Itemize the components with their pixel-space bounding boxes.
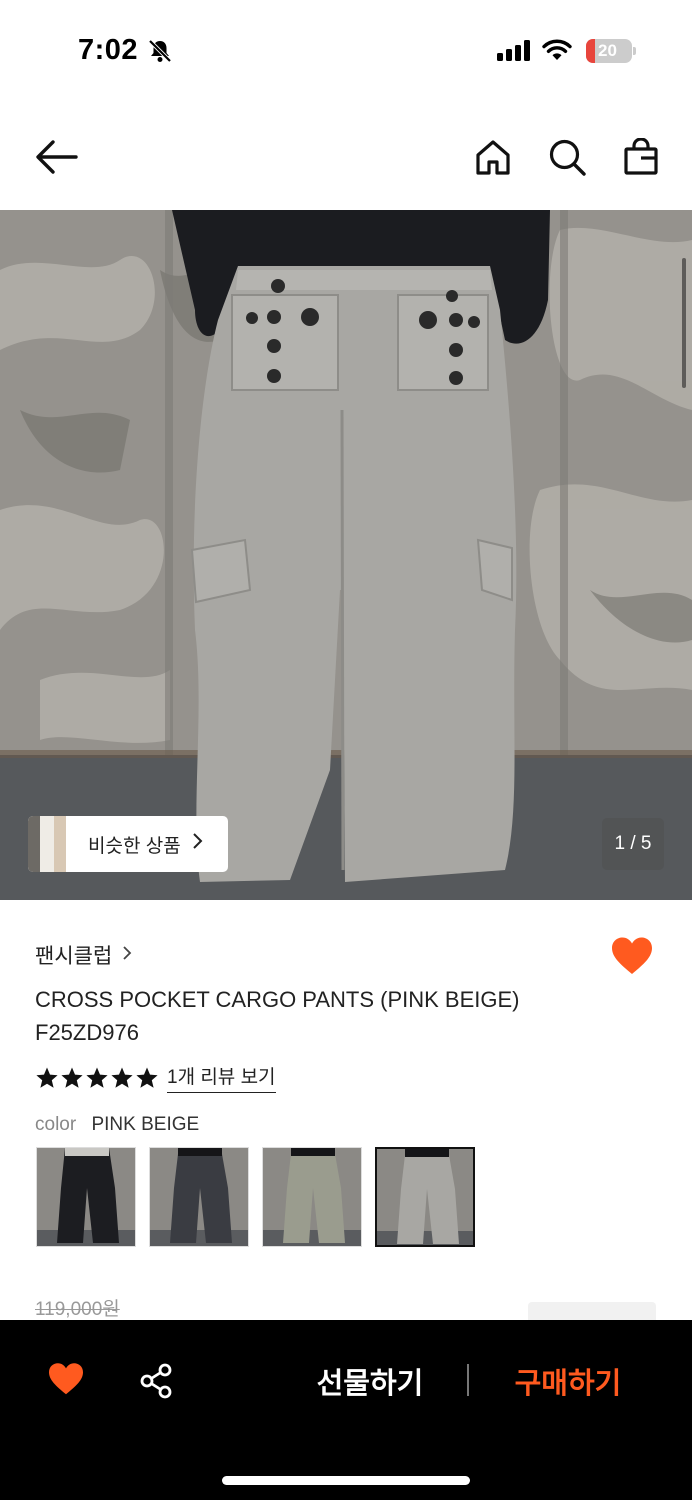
- swatch-black[interactable]: [36, 1147, 136, 1247]
- chevron-right-icon: [122, 944, 132, 967]
- product-title-line1: CROSS POCKET CARGO PANTS (PINK BEIGE): [35, 987, 520, 1012]
- review-link[interactable]: 1개 리뷰 보기: [167, 1062, 276, 1093]
- star-icon: [61, 1067, 83, 1088]
- search-icon[interactable]: [548, 138, 586, 181]
- star-icon: [86, 1067, 108, 1088]
- divider: [467, 1364, 469, 1396]
- favorite-heart-icon[interactable]: [610, 936, 654, 981]
- bottom-action-bar: 선물하기 구매하기: [0, 1320, 692, 1500]
- scroll-indicator[interactable]: [682, 258, 686, 388]
- buy-button[interactable]: 구매하기: [498, 1360, 638, 1402]
- product-photo: [0, 210, 692, 900]
- back-arrow-icon[interactable]: [34, 138, 78, 181]
- brand-name: 팬시클럽: [35, 945, 113, 968]
- home-icon[interactable]: [474, 138, 512, 181]
- top-nav: [0, 110, 692, 206]
- battery-icon: 20: [586, 39, 632, 63]
- image-counter: 1 / 5: [602, 818, 664, 870]
- product-code: F25ZD976: [35, 1020, 139, 1045]
- chevron-right-icon: [191, 832, 203, 856]
- swatch-pink-beige[interactable]: [375, 1147, 475, 1247]
- shopping-bag-icon[interactable]: [622, 137, 660, 181]
- gift-button[interactable]: 선물하기: [300, 1360, 440, 1402]
- share-icon[interactable]: [138, 1362, 176, 1405]
- similar-products-label: 비슷한 상품: [88, 835, 181, 857]
- swatch-charcoal[interactable]: [149, 1147, 249, 1247]
- status-time: 7:02: [78, 34, 139, 66]
- swatch-khaki[interactable]: [262, 1147, 362, 1247]
- original-price: 119,000원: [35, 1299, 120, 1320]
- product-image[interactable]: 비슷한 상품 1 / 5: [0, 210, 692, 900]
- signal-icon: [497, 40, 530, 61]
- similar-products-button[interactable]: 비슷한 상품: [28, 816, 228, 872]
- star-icon: [111, 1067, 133, 1088]
- similar-thumbnail: [28, 816, 66, 872]
- bell-slash-icon: [147, 38, 173, 69]
- color-value: PINK BEIGE: [91, 1114, 200, 1135]
- product-title: CROSS POCKET CARGO PANTS (PINK BEIGE) F2…: [35, 983, 595, 1049]
- color-row: color PINK BEIGE: [35, 1114, 199, 1136]
- brand-link[interactable]: 팬시클럽: [35, 940, 132, 970]
- color-swatches: [36, 1147, 475, 1247]
- home-indicator[interactable]: [222, 1476, 470, 1485]
- star-rating: [35, 1066, 159, 1090]
- battery-percent: 20: [598, 41, 617, 60]
- star-icon: [136, 1067, 158, 1088]
- status-bar: 7:02 20: [0, 0, 692, 100]
- wifi-icon: [541, 38, 573, 67]
- heart-icon[interactable]: [47, 1362, 85, 1401]
- color-label: color: [35, 1114, 77, 1135]
- rating-row: 1개 리뷰 보기: [35, 1062, 276, 1093]
- star-icon: [36, 1067, 58, 1088]
